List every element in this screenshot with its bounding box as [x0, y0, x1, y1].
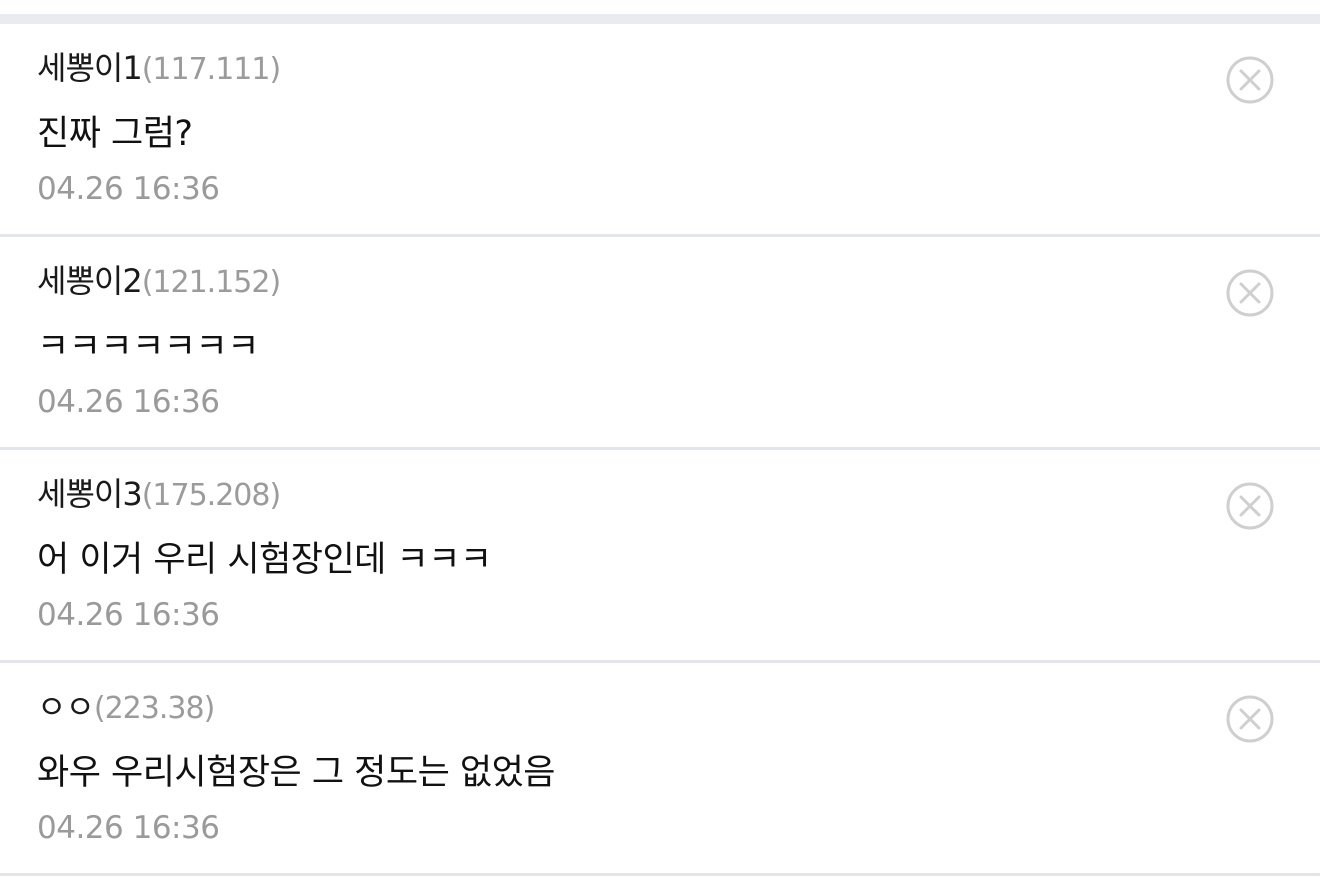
- comment-author: 세뽕이2(121.152): [37, 259, 281, 303]
- comment-text: 어 이거 우리 시험장인데 ㅋㅋㅋ: [37, 540, 492, 580]
- delete-comment-button[interactable]: [1226, 56, 1274, 104]
- comment-item: 세뽕이2(121.152) ㅋㅋㅋㅋㅋㅋㅋ 04.26 16:36: [0, 237, 1320, 450]
- delete-comment-button[interactable]: [1226, 269, 1274, 317]
- delete-comment-button[interactable]: [1226, 482, 1274, 530]
- comment-ip: (121.152): [141, 265, 281, 300]
- close-circle-icon: [1226, 56, 1274, 104]
- close-circle-icon: [1226, 482, 1274, 530]
- comment-timestamp: 04.26 16:36: [37, 384, 220, 420]
- top-divider-stripe: [0, 14, 1320, 24]
- comment-timestamp: 04.26 16:36: [37, 597, 220, 633]
- comment-nickname: 세뽕이1: [37, 49, 143, 87]
- comment-nickname: 세뽕이2: [37, 262, 143, 300]
- comment-nickname: 세뽕이3: [37, 475, 143, 513]
- comment-author: 세뽕이3(175.208): [37, 472, 281, 516]
- comment-timestamp: 04.26 16:36: [37, 810, 220, 846]
- comment-timestamp: 04.26 16:36: [37, 171, 220, 207]
- comment-author: 세뽕이1(117.111): [37, 46, 281, 90]
- comment-item: 세뽕이3(175.208) 어 이거 우리 시험장인데 ㅋㅋㅋ 04.26 16…: [0, 450, 1320, 663]
- top-divider: [0, 0, 1320, 24]
- comment-text: ㅋㅋㅋㅋㅋㅋㅋ: [37, 327, 259, 367]
- comment-item: 세뽕이1(117.111) 진짜 그럼? 04.26 16:36: [0, 24, 1320, 237]
- comment-text: 와우 우리시험장은 그 정도는 없었음: [37, 753, 556, 793]
- comment-author: ㅇㅇ(223.38): [37, 685, 215, 729]
- close-circle-icon: [1226, 695, 1274, 743]
- comment-item: ㅇㅇ(223.38) 와우 우리시험장은 그 정도는 없었음 04.26 16:…: [0, 663, 1320, 876]
- comment-nickname: ㅇㅇ: [37, 688, 95, 726]
- comment-ip: (175.208): [141, 478, 281, 513]
- delete-comment-button[interactable]: [1226, 695, 1274, 743]
- comment-list: 세뽕이1(117.111) 진짜 그럼? 04.26 16:36 세뽕이2(12…: [0, 24, 1320, 876]
- comment-text: 진짜 그럼?: [37, 114, 193, 154]
- close-circle-icon: [1226, 269, 1274, 317]
- comment-ip: (117.111): [141, 52, 281, 87]
- comment-ip: (223.38): [93, 691, 215, 726]
